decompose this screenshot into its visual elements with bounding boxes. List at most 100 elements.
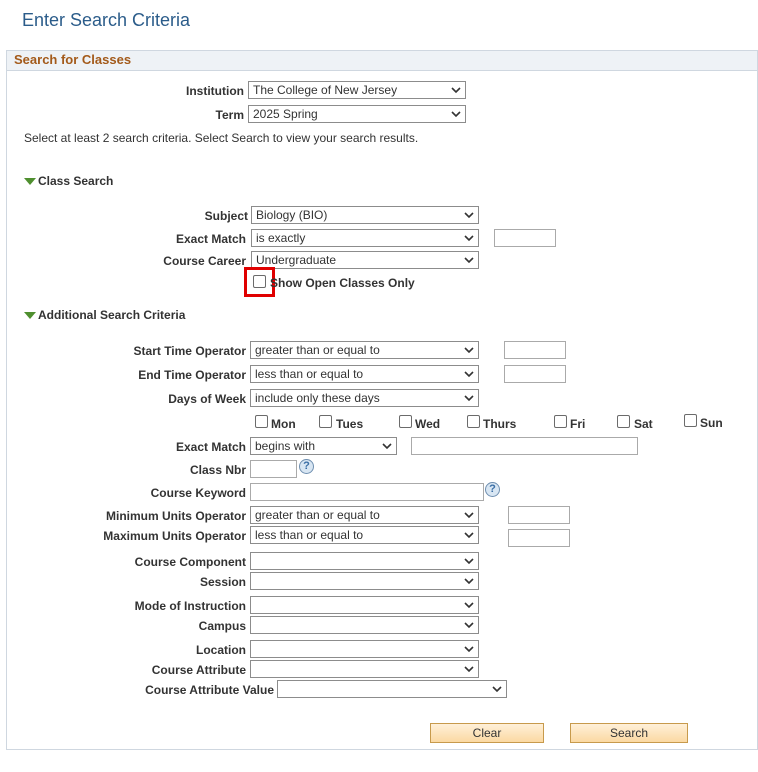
campus-select[interactable]	[250, 616, 479, 634]
start-time-select[interactable]: greater than or equal to	[250, 341, 479, 359]
class-nbr-input[interactable]	[250, 460, 297, 478]
mode-of-instruction-select[interactable]	[250, 596, 479, 614]
exact-match-input[interactable]	[494, 229, 556, 247]
chevron-down-icon	[464, 602, 474, 609]
days-of-week-select[interactable]: include only these days	[250, 389, 479, 407]
additional-criteria-label: Additional Search Criteria	[38, 308, 186, 322]
additional-criteria-toggle[interactable]: Additional Search Criteria	[24, 308, 185, 322]
course-attribute-select[interactable]	[250, 660, 479, 678]
course-component-select[interactable]	[250, 552, 479, 570]
max-units-input[interactable]	[508, 529, 570, 547]
course-component-label: Course Component	[134, 555, 246, 569]
min-units-input[interactable]	[508, 506, 570, 524]
chevron-down-icon	[464, 622, 474, 629]
chevron-down-icon	[464, 558, 474, 565]
start-time-label: Start Time Operator	[133, 344, 246, 358]
institution-select[interactable]: The College of New Jersey	[248, 81, 466, 99]
sat-checkbox[interactable]	[617, 415, 630, 428]
chevron-down-icon	[464, 646, 474, 653]
chevron-down-icon	[451, 111, 461, 118]
search-button[interactable]: Search	[570, 723, 688, 743]
open-classes-checkbox[interactable]	[253, 275, 266, 288]
end-time-input[interactable]	[504, 365, 566, 383]
session-select[interactable]	[250, 572, 479, 590]
exact-match-2-label: Exact Match	[175, 440, 246, 454]
min-units-select[interactable]: greater than or equal to	[250, 506, 479, 524]
class-search-toggle[interactable]: Class Search	[24, 174, 113, 188]
chevron-down-icon	[492, 686, 502, 693]
class-nbr-label: Class Nbr	[189, 463, 246, 477]
thurs-checkbox[interactable]	[467, 415, 480, 428]
wed-checkbox[interactable]	[399, 415, 412, 428]
chevron-down-icon	[464, 532, 474, 539]
location-select[interactable]	[250, 640, 479, 658]
term-value: 2025 Spring	[253, 107, 318, 121]
chevron-down-icon	[451, 87, 461, 94]
tues-label: Tues	[336, 417, 364, 431]
course-attribute-label: Course Attribute	[151, 663, 246, 677]
mon-label: Mon	[271, 417, 296, 431]
campus-label: Campus	[198, 619, 246, 633]
wed-label: Wed	[415, 417, 441, 431]
collapse-triangle-icon	[24, 177, 36, 185]
subject-value: Biology (BIO)	[256, 208, 328, 222]
course-attribute-value-select[interactable]	[277, 680, 507, 698]
term-label: Term	[215, 108, 244, 122]
session-label: Session	[199, 575, 246, 589]
sun-label: Sun	[700, 416, 723, 430]
course-career-select[interactable]: Undergraduate	[251, 251, 479, 269]
chevron-down-icon	[464, 257, 474, 264]
start-time-input[interactable]	[504, 341, 566, 359]
course-career-value: Undergraduate	[256, 253, 337, 267]
class-search-label: Class Search	[38, 174, 114, 188]
chevron-down-icon	[464, 212, 474, 219]
page-title: Enter Search Criteria	[22, 10, 191, 30]
exact-match-2-select[interactable]: begins with	[250, 437, 397, 455]
max-units-select[interactable]: less than or equal to	[250, 526, 479, 544]
start-time-value: greater than or equal to	[255, 343, 380, 357]
days-of-week-value: include only these days	[255, 391, 380, 405]
institution-label: Institution	[186, 84, 244, 98]
instructions-text: Select at least 2 search criteria. Selec…	[24, 131, 419, 145]
fri-checkbox[interactable]	[554, 415, 567, 428]
sun-checkbox[interactable]	[684, 414, 697, 427]
chevron-down-icon	[382, 443, 392, 450]
fri-label: Fri	[570, 417, 586, 431]
clear-button[interactable]: Clear	[430, 723, 544, 743]
min-units-value: greater than or equal to	[255, 508, 380, 522]
chevron-down-icon	[464, 512, 474, 519]
subject-select[interactable]: Biology (BIO)	[251, 206, 479, 224]
chevron-down-icon	[464, 235, 474, 242]
exact-match-2-input[interactable]	[411, 437, 638, 455]
end-time-value: less than or equal to	[255, 367, 364, 381]
max-units-label: Maximum Units Operator	[103, 529, 246, 543]
term-select[interactable]: 2025 Spring	[248, 105, 466, 123]
days-of-week-label: Days of Week	[168, 392, 246, 406]
subject-label: Subject	[204, 209, 248, 223]
min-units-label: Minimum Units Operator	[105, 509, 246, 523]
exact-match-label: Exact Match	[175, 232, 246, 246]
course-attribute-value-label: Course Attribute Value	[145, 683, 274, 697]
open-classes-label: Show Open Classes Only	[270, 276, 415, 290]
chevron-down-icon	[464, 347, 474, 354]
course-career-label: Course Career	[163, 254, 246, 268]
course-keyword-label: Course Keyword	[150, 486, 246, 500]
end-time-label: End Time Operator	[138, 368, 246, 382]
end-time-select[interactable]: less than or equal to	[250, 365, 479, 383]
help-icon[interactable]: ?	[485, 482, 500, 497]
mon-checkbox[interactable]	[255, 415, 268, 428]
course-keyword-input[interactable]	[250, 483, 484, 501]
chevron-down-icon	[464, 395, 474, 402]
institution-value: The College of New Jersey	[253, 83, 398, 97]
exact-match-select[interactable]: is exactly	[251, 229, 479, 247]
location-label: Location	[196, 643, 246, 657]
panel-title: Search for Classes	[14, 52, 132, 67]
tues-checkbox[interactable]	[319, 415, 332, 428]
help-icon[interactable]: ?	[299, 459, 314, 474]
collapse-triangle-icon	[24, 311, 36, 319]
exact-match-2-value: begins with	[255, 439, 316, 453]
exact-match-value: is exactly	[256, 231, 306, 245]
thurs-label: Thurs	[483, 417, 517, 431]
mode-of-instruction-label: Mode of Instruction	[134, 599, 246, 613]
max-units-value: less than or equal to	[255, 528, 364, 542]
